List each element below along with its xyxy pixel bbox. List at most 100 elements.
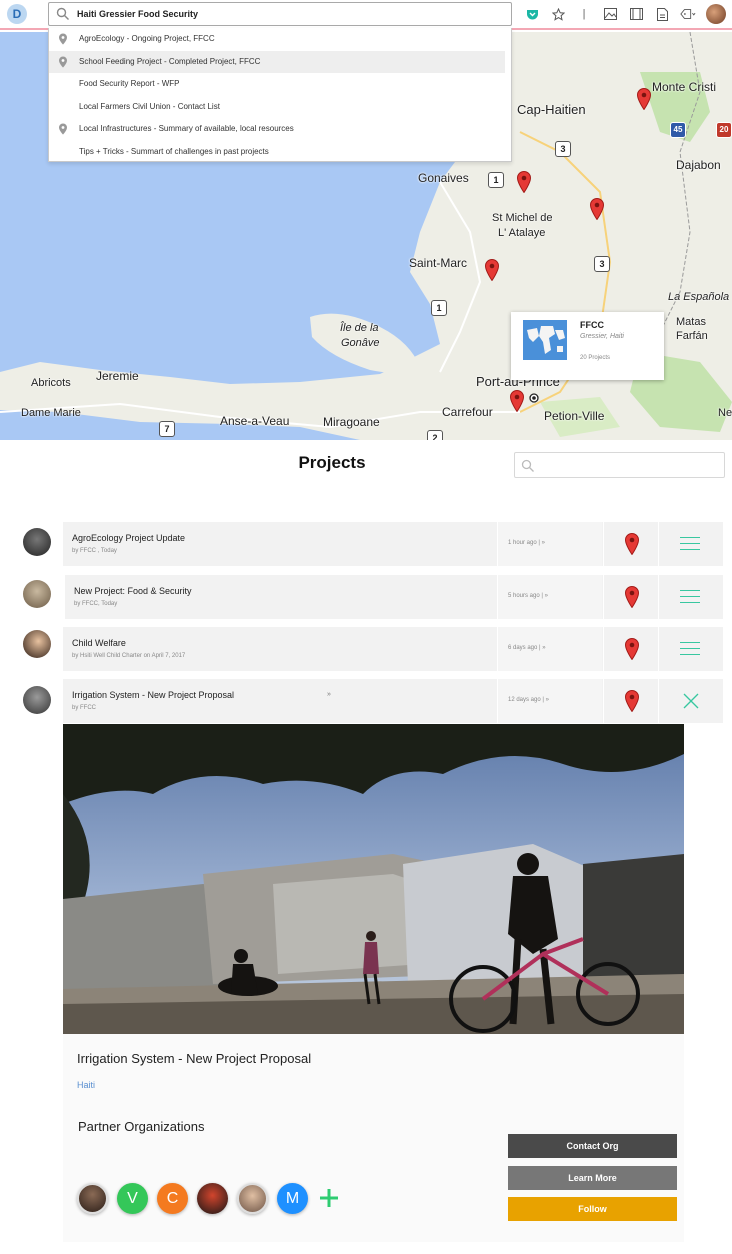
document-icon[interactable]	[654, 6, 670, 22]
suggestion-item[interactable]: Local Infrastructures - Summary of avail…	[49, 118, 511, 141]
world-map-thumbnail	[523, 320, 567, 360]
search-box[interactable]	[48, 2, 512, 26]
partner-avatar[interactable]	[197, 1182, 228, 1214]
follow-button[interactable]: Follow	[508, 1197, 677, 1221]
menu-cell[interactable]	[658, 679, 723, 723]
pocket-icon[interactable]	[524, 6, 540, 22]
browser-toolbar: D |	[0, 0, 732, 30]
road-shield: 7	[159, 421, 175, 437]
map-marker-icon[interactable]	[517, 171, 531, 193]
road-shield: 1	[488, 172, 504, 188]
place-label: Gonaives	[418, 171, 469, 185]
search-icon	[521, 459, 534, 472]
suggestion-item[interactable]: Tips + Tricks - Summart of challenges in…	[49, 141, 511, 164]
pin-cell[interactable]	[603, 522, 657, 566]
pin-cell[interactable]	[603, 627, 657, 671]
project-time: 12 days ago | »	[508, 697, 549, 703]
project-row[interactable]: Child Welfare by Hsiti Well Child Charte…	[63, 627, 723, 671]
project-title[interactable]: Irrigation System - New Project Proposal	[72, 690, 234, 700]
location-pin-icon	[59, 56, 67, 68]
pin-cell[interactable]	[603, 575, 657, 619]
partners-heading: Partner Organizations	[78, 1119, 205, 1134]
project-row-expanded[interactable]: Irrigation System - New Project Proposal…	[63, 679, 723, 723]
expand-indicator[interactable]: »	[327, 691, 331, 698]
project-title[interactable]: AgroEcology Project Update	[72, 533, 185, 543]
road-shield: 1	[431, 300, 447, 316]
map-marker-icon[interactable]	[590, 198, 604, 220]
partner-avatar-v[interactable]: V	[117, 1182, 148, 1214]
map-marker-icon[interactable]	[625, 690, 639, 712]
hamburger-menu-icon[interactable]	[680, 537, 700, 551]
toolbar-icons: |	[524, 4, 726, 24]
info-card-count: 20 Projects	[580, 355, 611, 361]
project-row[interactable]: New Project: Food & Security by FFCC, To…	[65, 575, 723, 619]
map-marker-icon[interactable]	[625, 533, 639, 555]
suggestion-label: Food Security Report - WFP	[79, 79, 180, 89]
place-label: Île de la	[340, 322, 379, 334]
map-marker-icon[interactable]	[625, 586, 639, 608]
project-row[interactable]: AgroEcology Project Update by FFCC , Tod…	[63, 522, 723, 566]
current-location-icon	[529, 393, 539, 403]
add-partner-icon[interactable]	[317, 1186, 341, 1210]
suggestion-item[interactable]: AgroEcology - Ongoing Project, FFCC	[49, 28, 511, 51]
place-label: Monte Cristi	[652, 80, 717, 94]
menu-cell[interactable]	[658, 627, 723, 671]
projects-search-input[interactable]	[539, 457, 719, 473]
star-icon[interactable]	[550, 6, 566, 22]
row-avatar[interactable]	[23, 686, 51, 714]
user-avatar[interactable]	[706, 4, 726, 24]
search-input[interactable]	[77, 5, 497, 23]
map-info-card[interactable]: FFCC Gressier, Haiti 20 Projects	[511, 312, 664, 380]
pin-cell[interactable]	[603, 679, 657, 723]
map-marker-icon[interactable]	[510, 390, 524, 412]
place-label: Cap-Haitien	[517, 102, 586, 117]
time-cell: 6 days ago | »	[497, 627, 602, 671]
place-label: La Española	[668, 291, 730, 303]
partner-avatar-c[interactable]: C	[157, 1182, 188, 1214]
project-byline: by Hsiti Well Child Charter on April 7, …	[72, 653, 186, 659]
row-avatar[interactable]	[23, 630, 51, 658]
suggestion-item-highlighted[interactable]: School Feeding Project - Completed Proje…	[49, 50, 505, 74]
place-label: L' Atalaye	[498, 227, 546, 239]
place-label: Gonâve	[341, 337, 380, 349]
place-label: Ne	[718, 407, 732, 419]
map-marker-icon[interactable]	[485, 259, 499, 281]
app-logo[interactable]: D	[7, 4, 27, 24]
projects-search-box[interactable]	[514, 452, 725, 478]
map-marker-icon[interactable]	[637, 88, 651, 110]
place-label: Dame Marie	[21, 407, 81, 419]
row-avatar[interactable]	[23, 580, 51, 608]
project-title[interactable]: Child Welfare	[72, 638, 126, 648]
partner-avatar[interactable]	[237, 1182, 268, 1214]
film-icon[interactable]	[628, 6, 644, 22]
location-pin-icon	[59, 123, 67, 135]
place-label: St Michel de	[492, 212, 553, 224]
place-label: Petion-Ville	[544, 409, 605, 423]
learn-more-button[interactable]: Learn More	[508, 1166, 677, 1190]
tag-icon[interactable]	[680, 6, 696, 22]
partner-avatar[interactable]	[77, 1182, 108, 1214]
contact-org-button[interactable]: Contact Org	[508, 1134, 677, 1158]
project-time: 6 days ago | »	[508, 645, 546, 651]
suggestion-item[interactable]: Local Farmers Civil Union - Contact List	[49, 96, 511, 119]
suggestion-item[interactable]: Food Security Report - WFP	[49, 73, 511, 96]
project-title[interactable]: New Project: Food & Security	[74, 586, 192, 596]
map-marker-icon[interactable]	[625, 638, 639, 660]
suggestion-label: School Feeding Project - Completed Proje…	[79, 56, 261, 66]
info-card-location: Gressier, Haiti	[580, 333, 624, 340]
hamburger-menu-icon[interactable]	[680, 642, 700, 656]
project-photo	[63, 724, 684, 1034]
menu-cell[interactable]	[658, 522, 723, 566]
image-icon[interactable]	[602, 6, 618, 22]
menu-cell[interactable]	[658, 575, 723, 619]
place-label: Abricots	[31, 377, 71, 389]
detail-region-link[interactable]: Haiti	[77, 1080, 95, 1090]
road-shield: 2	[427, 430, 443, 440]
row-avatar[interactable]	[23, 528, 51, 556]
suggestion-label: Local Infrastructures - Summary of avail…	[79, 124, 294, 134]
hamburger-menu-icon[interactable]	[680, 590, 700, 604]
project-byline: by FFCC	[72, 705, 96, 711]
partner-avatar-m[interactable]: M	[277, 1182, 308, 1214]
toolbar-separator: |	[582, 8, 586, 20]
close-icon[interactable]	[681, 691, 701, 711]
